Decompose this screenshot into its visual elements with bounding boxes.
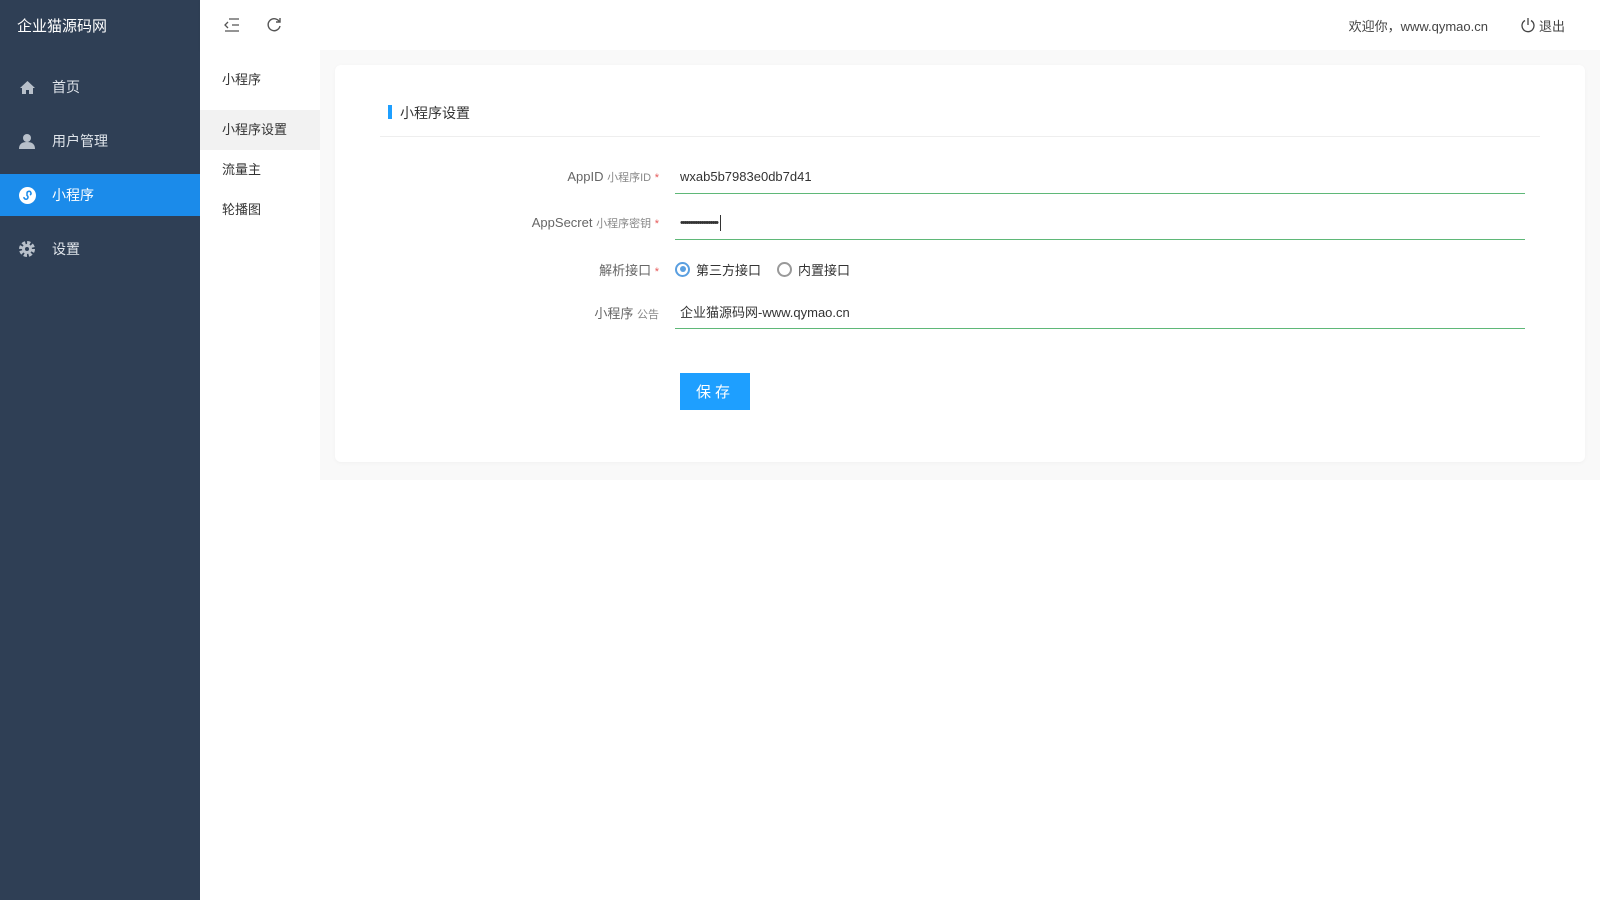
radio-third-party[interactable]: 第三方接口 xyxy=(675,260,761,279)
logout-button[interactable]: 退出 xyxy=(1520,16,1565,35)
sidebar-item-label: 设置 xyxy=(52,241,80,257)
submenu-item-carousel[interactable]: 轮播图 xyxy=(200,190,320,230)
card-title-text: 小程序设置 xyxy=(400,105,470,121)
logo: 企业猫源码网 xyxy=(17,18,108,35)
card-title: 小程序设置 xyxy=(380,103,1540,137)
appid-label: AppID 小程序ID * xyxy=(567,169,659,184)
refresh-icon[interactable] xyxy=(264,15,284,35)
radio-checked-icon xyxy=(675,261,690,277)
user-icon xyxy=(18,132,36,150)
sidebar-item-miniprogram[interactable]: 小程序 xyxy=(0,174,200,216)
submenu-item-settings[interactable]: 小程序设置 xyxy=(200,110,320,150)
submenu: 小程序 小程序设置 流量主 轮播图 xyxy=(200,50,320,900)
menu-collapse-icon[interactable] xyxy=(222,15,242,35)
sidebar-item-users[interactable]: 用户管理 xyxy=(0,120,200,162)
gear-icon xyxy=(18,240,36,258)
miniprogram-icon xyxy=(18,186,36,204)
appid-input[interactable] xyxy=(675,160,1525,194)
api-label: 解析接口 * xyxy=(599,262,659,278)
welcome-text: 欢迎你，www.qymao.cn xyxy=(1348,18,1488,34)
submenu-item-traffic[interactable]: 流量主 xyxy=(200,150,320,190)
notice-input[interactable] xyxy=(675,295,1525,329)
sidebar-item-home[interactable]: 首页 xyxy=(0,66,200,108)
save-button[interactable]: 保存 xyxy=(680,373,750,410)
settings-card: 小程序设置 AppID 小程序ID * AppSecret 小程序密钥 * ••… xyxy=(335,65,1585,462)
radio-unchecked-icon xyxy=(777,261,793,277)
sidebar-item-settings[interactable]: 设置 xyxy=(0,228,200,270)
sidebar-item-label: 用户管理 xyxy=(52,133,108,149)
sidebar-item-label: 首页 xyxy=(52,79,80,95)
power-icon xyxy=(1520,17,1536,33)
submenu-title: 小程序 xyxy=(222,72,262,87)
sidebar: 企业猫源码网 首页 用户管理 小程序 设置 xyxy=(0,0,200,900)
header: 欢迎你，www.qymao.cn 退出 xyxy=(200,0,1600,50)
home-icon xyxy=(18,78,36,96)
appsecret-label: AppSecret 小程序密钥 * xyxy=(531,215,659,230)
radio-builtin[interactable]: 内置接口 xyxy=(777,260,850,279)
sidebar-item-label: 小程序 xyxy=(52,187,94,203)
notice-label: 小程序 公告 xyxy=(594,305,659,321)
appsecret-input[interactable]: •••••••••••••••••••• xyxy=(675,206,1525,240)
logout-label: 退出 xyxy=(1538,18,1565,34)
